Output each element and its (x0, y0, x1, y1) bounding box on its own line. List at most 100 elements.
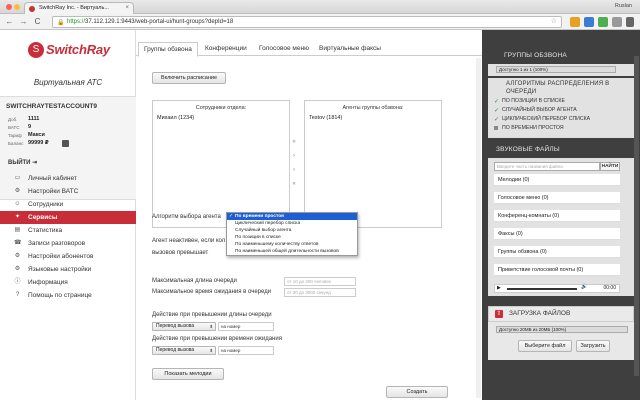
menu-icon: ⓘ (14, 279, 21, 285)
back-icon[interactable]: ← (4, 16, 15, 27)
max-wait-input[interactable]: от 30 до 3000 секунд (284, 288, 356, 297)
sidebar-item-help[interactable]: ? Помощь по странице (0, 289, 136, 302)
extension-icon[interactable] (612, 17, 622, 27)
wait-exceed-label: Действие при превышении времени ожидания (152, 336, 282, 342)
tab-hunt-groups[interactable]: Группы обзвона (138, 42, 198, 57)
check-icon: ✓ (494, 99, 500, 105)
extension-icon[interactable] (598, 17, 608, 27)
sidebar-item-subscriber-settings[interactable]: ⚙ Настройки абонентов (0, 250, 136, 263)
find-button[interactable]: НАЙТИ (600, 162, 620, 171)
menu-icon[interactable] (626, 17, 634, 27)
logo[interactable]: S SwitchRay Виртуальная АТС (0, 30, 136, 94)
algo-list-item: ✓ СЛУЧАЙНЫЙ ВЫБОР АГЕНТА (494, 107, 577, 114)
account-name: SWITCHRAYTESTACCOUNT9 (6, 103, 98, 110)
employees-list[interactable]: Сотрудники отдела: Михаил (1234) (152, 100, 290, 228)
sidebar-item-label: Записи разговоров (28, 240, 86, 247)
wait-exceed-select[interactable]: Перевод вызова ⬍ (152, 346, 216, 355)
browser-tab[interactable]: SwitchRay Inc. - Виртуаль... × (24, 2, 134, 14)
menu-icon: ⚙ (14, 188, 21, 194)
list-item[interactable]: Михаил (1234) (157, 115, 194, 121)
upload-box: Доступно 20МБ из 20МБ (100%) Выберите фа… (488, 322, 634, 360)
sound-search-input[interactable]: Введите часть названия файла (494, 162, 600, 171)
groups-title: ГРУППЫ ОБЗВОНА (504, 52, 567, 59)
lock-icon: 🔒 (57, 20, 65, 26)
algo-option[interactable]: По наименьшему количеству ответов (227, 241, 357, 248)
upload-header: ⇧ ЗАГРУЗКА ФАЙЛОВ (488, 306, 634, 322)
sidebar: S SwitchRay Виртуальная АТС SWITCHRAYTES… (0, 30, 144, 400)
menu-icon: ☎ (14, 240, 22, 246)
account-value: Макси (28, 132, 45, 138)
choose-file-button[interactable]: Выберите файл (518, 340, 572, 352)
sound-category[interactable]: Приветствие голосовой почты (0) (494, 264, 620, 276)
algo-option[interactable]: Случайный выбор агента (227, 227, 357, 234)
algo-option[interactable]: Циклический перебор списка (227, 220, 357, 227)
algo-option[interactable]: По позиции в списке (227, 234, 357, 241)
move-all-right-icon[interactable]: » (290, 138, 298, 146)
close-window-icon[interactable] (6, 4, 12, 10)
sound-category[interactable]: Голосовое меню (0) (494, 192, 620, 204)
tab-conferences[interactable]: Конференции (200, 42, 252, 56)
sound-category[interactable]: Конференц-комнаты (0) (494, 210, 620, 222)
sidebar-item-recordings[interactable]: ☎ Записи разговоров (0, 237, 136, 250)
account-value: 9 (28, 124, 32, 130)
inactive-label: вызовов превышает (152, 250, 209, 256)
list-item[interactable]: Testov (1814) (309, 115, 342, 121)
volume-icon[interactable]: 🔊 (581, 284, 587, 291)
sidebar-item-cabinet[interactable]: ▭ Личный кабинет (0, 172, 136, 185)
chevron-down-icon: ⬍ (209, 348, 213, 353)
algo-dropdown[interactable]: По времени простояЦиклический перебор сп… (226, 212, 358, 256)
algo-list-label: ПО ВРЕМЕНИ ПРОСТОЯ (502, 125, 564, 131)
extension-icon[interactable] (570, 17, 580, 27)
algo-option[interactable]: По наименьшей общей длительности вызовов (227, 248, 357, 255)
enable-schedule-button[interactable]: Включить расписание (152, 72, 226, 84)
sound-category[interactable]: Факсы (0) (494, 228, 620, 240)
max-queue-input[interactable]: от 10 до 200 человек (284, 277, 356, 286)
balance-refresh-icon[interactable] (62, 140, 69, 147)
reload-icon[interactable]: C (32, 16, 43, 27)
forward-icon[interactable]: → (18, 16, 29, 27)
sidebar-item-employees[interactable]: ☺ Сотрудники (0, 198, 136, 211)
agents-list[interactable]: Агенты группы обзвона: Testov (1814) (304, 100, 442, 228)
right-panel: ГРУППЫ ОБЗВОНА Доступно 1 из 1 (100%) АЛ… (482, 30, 640, 400)
queue-exceed-number-input[interactable]: на номер (218, 322, 274, 331)
upload-title: ЗАГРУЗКА ФАЙЛОВ (509, 310, 571, 317)
max-wait-label: Максимальное время ожидания в очереди (152, 289, 272, 295)
algo-option[interactable]: По времени простоя (227, 213, 357, 220)
sidebar-item-statistics[interactable]: ▤ Статистика (0, 224, 136, 237)
create-button[interactable]: Создать (386, 386, 448, 398)
algo-list-label: ЦИКЛИЧЕСКИЙ ПЕРЕБОР СПИСКА (502, 116, 591, 122)
upload-button[interactable]: Загрузить (576, 340, 610, 352)
player-seekbar[interactable] (507, 288, 577, 290)
algo-list-item: ✓ ПО ПОЗИЦИИ В СПИСКЕ (494, 98, 565, 105)
right-scrollbar[interactable] (634, 56, 639, 376)
move-left-icon[interactable]: ‹ (290, 166, 298, 174)
sound-category[interactable]: Группы обзвона (0) (494, 246, 620, 258)
close-tab-icon[interactable]: × (125, 5, 129, 11)
minimize-window-icon[interactable] (14, 4, 20, 10)
browser-user[interactable]: Ruslan (615, 3, 632, 9)
sidebar-menu: ▭ Личный кабинет ⚙ Настройки ВАТС ☺ Сотрудник… (0, 172, 144, 302)
sidebar-item-services[interactable]: ✦ Сервисы (0, 211, 144, 224)
queue-exceed-select[interactable]: Перевод вызова ⬍ (152, 322, 216, 331)
sound-category[interactable]: Мелодии (0) (494, 174, 620, 186)
tab-voice-menu[interactable]: Голосовое меню (254, 42, 314, 56)
show-melodies-button[interactable]: Показать мелодии (152, 368, 224, 380)
browser-tab-title: SwitchRay Inc. - Виртуаль... (39, 5, 109, 11)
bookmark-star-icon[interactable]: ☆ (551, 17, 557, 27)
logout-link[interactable]: ВЫЙТИ ⇥ (8, 159, 37, 166)
play-icon[interactable]: ▶ (497, 285, 501, 292)
tab-virtual-faxes[interactable]: Виртуальные факсы (314, 42, 386, 56)
wait-exceed-number-input[interactable]: на номер (218, 346, 274, 355)
extension-icon[interactable] (584, 17, 594, 27)
menu-icon: ⚙ (14, 266, 21, 272)
sidebar-item-vats-settings[interactable]: ⚙ Настройки ВАТС (0, 185, 136, 198)
move-right-icon[interactable]: › (290, 152, 298, 160)
url-input[interactable]: 🔒 https://37.112.129.1:9443/web-portal-u… (52, 16, 562, 28)
sidebar-item-label: Помощь по странице (28, 292, 92, 299)
move-all-left-icon[interactable]: « (290, 180, 298, 188)
favicon-icon (29, 6, 35, 12)
sidebar-item-label: Сервисы (28, 214, 58, 221)
main-scrollbar[interactable] (476, 58, 481, 398)
sidebar-item-info[interactable]: ⓘ Информация (0, 276, 136, 289)
sidebar-item-language[interactable]: ⚙ Языковые настройки (0, 263, 136, 276)
